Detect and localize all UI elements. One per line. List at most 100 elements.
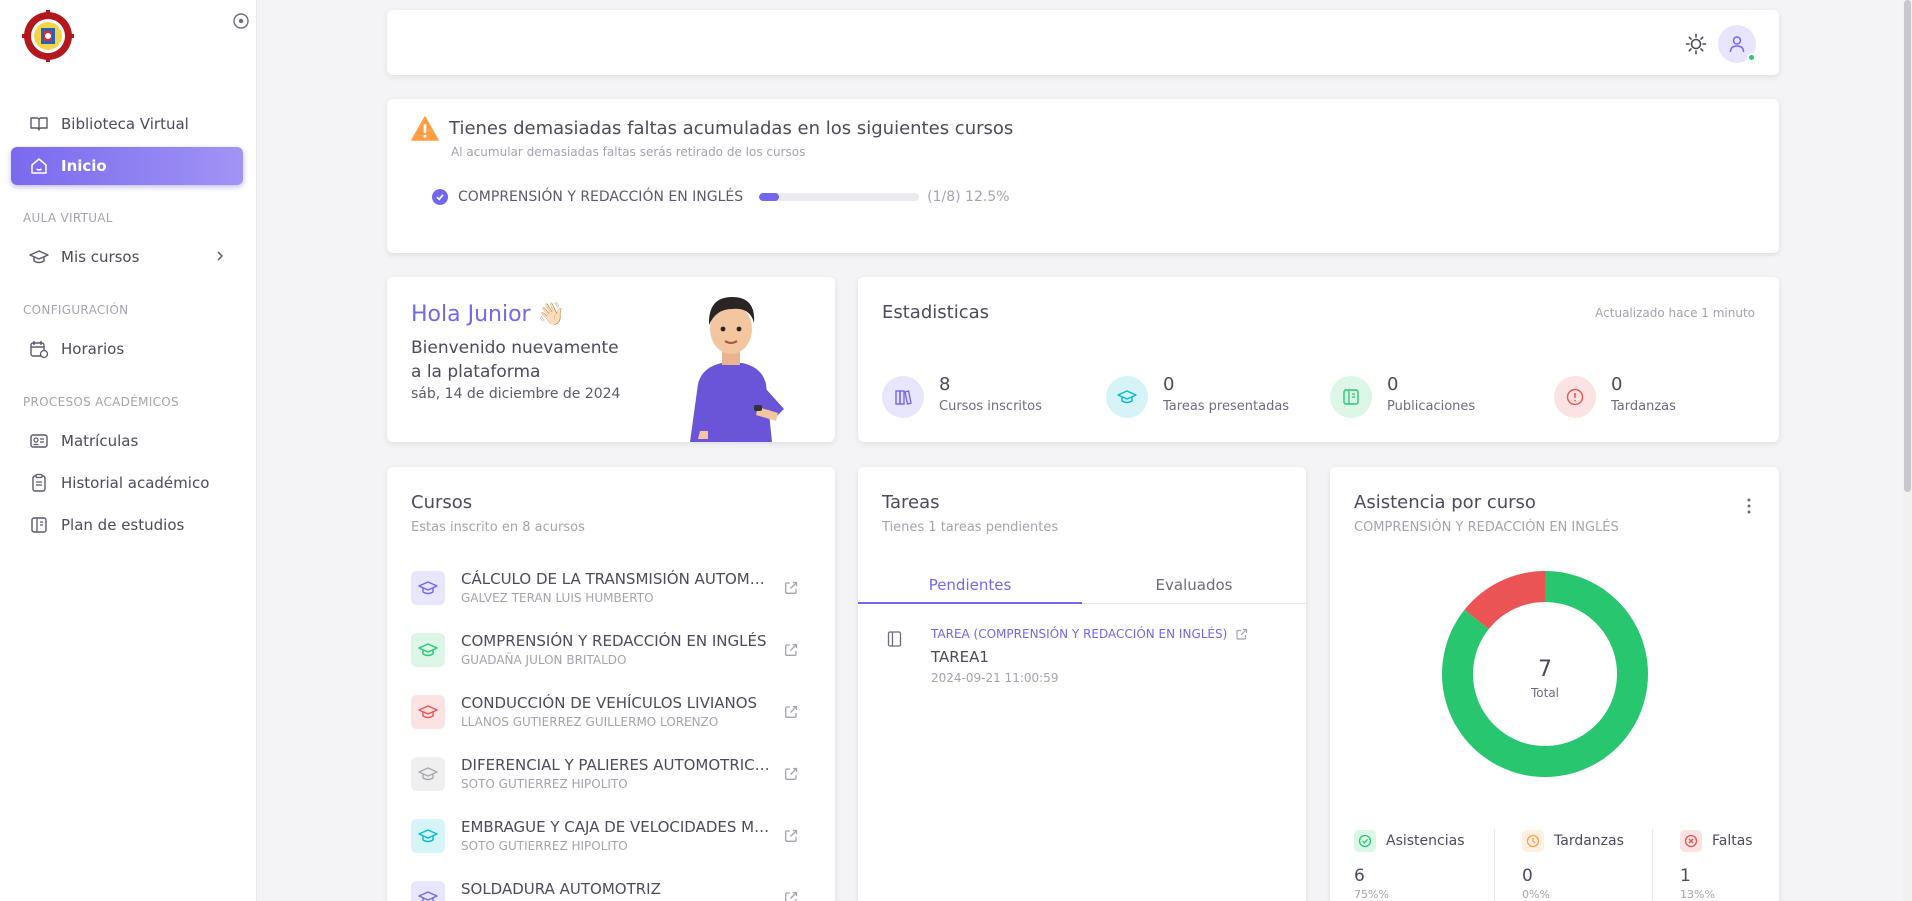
stat-value: 0 (1163, 374, 1175, 395)
legend-divider (1494, 829, 1495, 901)
notebook-icon (887, 631, 902, 647)
legend-label: Tardanzas (1554, 833, 1624, 849)
task-course: TAREA (COMPRENSIÓN Y REDACCIÓN EN INGLÉS… (931, 627, 1228, 641)
sidebar-item-historial-academico[interactable]: Historial académico (11, 464, 243, 502)
task-name: TAREA1 (931, 648, 989, 666)
alert-circle-icon (1554, 376, 1596, 418)
course-teacher: LLANOS GUTIERREZ GUILLERMO LORENZO (461, 715, 719, 729)
institution-logo[interactable] (22, 10, 74, 62)
graduation-cap-icon (1106, 376, 1148, 418)
books-icon (882, 376, 924, 418)
graduation-cap-icon (411, 695, 445, 729)
legend-faltas: Faltas 1 13%% (1680, 830, 1753, 901)
page-scrollbar[interactable] (1903, 0, 1912, 901)
greeting: Hola Junior 👋🏻 (411, 302, 565, 327)
course-item[interactable]: EMBRAGUE Y CAJA DE VELOCIDADES MECÁNICA S… (411, 815, 811, 861)
sidebar-item-plan-de-estudios[interactable]: Plan de estudios (11, 506, 243, 544)
student-illustration (690, 297, 784, 442)
welcome-message: Bienvenido nuevamente a la plataforma (411, 338, 619, 382)
x-circle-icon (1680, 830, 1702, 852)
sidebar-item-mis-cursos[interactable]: Mis cursos (11, 238, 243, 276)
scrollbar-thumb[interactable] (1904, 0, 1911, 492)
tab-pendientes[interactable]: Pendientes (858, 570, 1082, 604)
tasks-tabs: Pendientes Evaluados (858, 570, 1306, 604)
legend-label: Faltas (1712, 833, 1753, 849)
stat-value: 0 (1611, 374, 1623, 395)
legend-percent: 13%% (1680, 888, 1715, 901)
donut-total-label: Total (1530, 686, 1559, 700)
external-link-icon[interactable] (783, 828, 799, 844)
course-item[interactable]: CÁLCULO DE LA TRANSMISIÓN AUTOMOTRIZ GALV… (411, 567, 811, 613)
top-navbar (387, 10, 1779, 75)
stat-tareas-presentadas: 0 Tareas presentadas (1106, 374, 1289, 418)
external-link-icon[interactable] (783, 642, 799, 658)
notebook-icon (29, 515, 49, 535)
external-link-icon[interactable] (783, 580, 799, 596)
book-open-icon (29, 114, 49, 134)
sidebar: Biblioteca Virtual Inicio AULA VIRTUAL M… (0, 0, 257, 901)
warning-icon (411, 116, 439, 141)
graduation-cap-icon (411, 633, 445, 667)
graduation-cap-icon (411, 757, 445, 791)
sidebar-item-label: Mis cursos (61, 248, 140, 266)
card-title: Asistencia por curso (1354, 492, 1536, 513)
stat-cursos-inscritos: 8 Cursos inscritos (882, 374, 1042, 418)
notebook-icon (1330, 376, 1372, 418)
graduation-cap-icon (411, 881, 445, 901)
card-title: Tareas (882, 492, 940, 513)
alert-title: Tienes demasiadas faltas acumuladas en l… (449, 118, 1014, 139)
course-name: CÁLCULO DE LA TRANSMISIÓN AUTOMOTRIZ (461, 570, 773, 588)
legend-value: 0 (1522, 866, 1533, 886)
sidebar-item-biblioteca-virtual[interactable]: Biblioteca Virtual (11, 105, 243, 143)
graduation-cap-icon (411, 819, 445, 853)
sidebar-item-label: Plan de estudios (61, 516, 185, 534)
tasks-card: Tareas Tienes 1 tareas pendientes Pendie… (858, 467, 1306, 901)
progress-fill (759, 193, 780, 201)
check-circle-icon (1354, 830, 1376, 852)
course-name: EMBRAGUE Y CAJA DE VELOCIDADES MECÁNICA (461, 818, 773, 836)
smart-home-icon (29, 156, 49, 176)
courses-card: Cursos Estas inscrito en 8 acursos CÁLCU… (387, 467, 835, 901)
task-item[interactable]: TAREA (COMPRENSIÓN Y REDACCIÓN EN INGLÉS… (886, 627, 1286, 697)
legend-tardanzas: Tardanzas 0 0%% (1522, 830, 1624, 901)
external-link-icon[interactable] (783, 766, 799, 782)
course-item[interactable]: SOLDADURA AUTOMOTRIZ (411, 877, 811, 901)
sidebar-item-label: Biblioteca Virtual (61, 115, 189, 133)
alert-subtitle: Al acumular demasiadas faltas serás reti… (451, 145, 806, 159)
sidebar-item-matriculas[interactable]: Matrículas (11, 422, 243, 460)
tab-evaluados[interactable]: Evaluados (1082, 570, 1306, 604)
card-subtitle: Estas inscrito en 8 acursos (411, 520, 585, 535)
calendar-time-icon (29, 339, 49, 359)
task-course-link[interactable]: TAREA (COMPRENSIÓN Y REDACCIÓN EN INGLÉS… (931, 627, 1248, 641)
more-vertical-icon[interactable] (1741, 497, 1757, 515)
absence-alert-card: Tienes demasiadas faltas acumuladas en l… (387, 99, 1779, 253)
course-name: CONDUCCIÓN DE VEHÍCULOS LIVIANOS (461, 694, 758, 712)
sidebar-item-inicio[interactable]: Inicio (11, 147, 243, 185)
card-title: Estadisticas (882, 302, 990, 323)
id-card-icon (29, 431, 49, 451)
sun-icon[interactable] (1685, 33, 1707, 55)
sidebar-item-horarios[interactable]: Horarios (11, 330, 243, 368)
graduation-cap-icon (411, 571, 445, 605)
avatar[interactable] (1718, 25, 1756, 63)
course-name: COMPRENSIÓN Y REDACCIÓN EN INGLÉS (461, 632, 767, 650)
course-item[interactable]: DIFERENCIAL Y PALIERES AUTOMOTRICES SOTO … (411, 753, 811, 799)
updated-timestamp: Actualizado hace 1 minuto (1595, 306, 1755, 320)
sidebar-collapse-icon[interactable] (232, 12, 250, 30)
legend-percent: 75%% (1354, 888, 1389, 901)
absence-progress-text: (1/8) 12.5% (927, 189, 1010, 205)
course-item[interactable]: CONDUCCIÓN DE VEHÍCULOS LIVIANOS LLANOS G… (411, 691, 811, 737)
task-date: 2024-09-21 11:00:59 (931, 671, 1059, 685)
user-icon (1729, 36, 1745, 53)
stat-tardanzas: 0 Tardanzas (1554, 374, 1676, 418)
legend-label: Asistencias (1386, 833, 1465, 849)
stat-label: Cursos inscritos (939, 399, 1042, 414)
legend-percent: 0%% (1522, 888, 1550, 901)
course-item[interactable]: COMPRENSIÓN Y REDACCIÓN EN INGLÉS GUADAÑA… (411, 629, 811, 675)
attendance-card: Asistencia por curso COMPRENSIÓN Y REDAC… (1330, 467, 1779, 901)
external-link-icon[interactable] (783, 890, 799, 901)
external-link-icon[interactable] (783, 704, 799, 720)
card-subtitle: Tienes 1 tareas pendientes (882, 520, 1059, 535)
check-circle-icon (432, 189, 448, 205)
course-teacher: GALVEZ TERAN LUIS HUMBERTO (461, 591, 654, 605)
